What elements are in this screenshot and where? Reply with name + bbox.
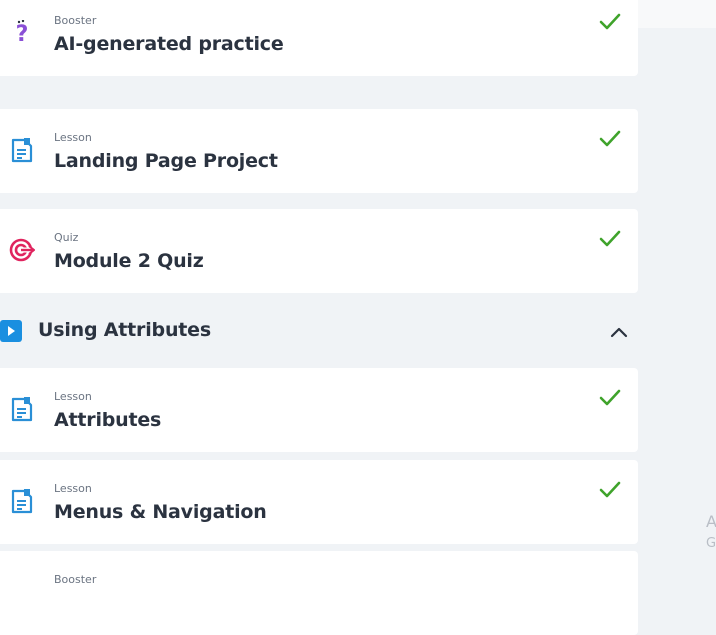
item-type-label: Lesson: [54, 482, 92, 495]
check-icon: [598, 227, 622, 251]
video-play-icon: [0, 320, 22, 342]
check-icon: [598, 478, 622, 502]
item-type-label: Booster: [54, 14, 97, 27]
lesson-document-icon: [9, 137, 35, 163]
item-title: AI-generated practice: [54, 33, 284, 55]
item-type-label: Quiz: [54, 231, 79, 244]
item-title: Module 2 Quiz: [54, 250, 204, 272]
item-title: Menus & Navigation: [54, 501, 267, 523]
item-type-label: Lesson: [54, 131, 92, 144]
list-item-lesson[interactable]: Lesson Attributes: [0, 368, 638, 452]
list-item-booster[interactable]: Booster AI-generated practice ?: [0, 0, 638, 76]
check-icon: [598, 10, 622, 34]
item-title: Attributes: [54, 409, 162, 431]
section-title: Using Attributes: [38, 319, 211, 341]
question-mark-icon: ?: [9, 19, 35, 47]
side-text: A: [706, 512, 716, 531]
item-type-label: Booster: [54, 573, 97, 586]
section-header-using-attributes[interactable]: Using Attributes: [0, 308, 638, 352]
item-type-label: Lesson: [54, 390, 92, 403]
side-text: G: [706, 536, 716, 551]
lesson-document-icon: [9, 488, 35, 514]
lesson-document-icon: [9, 396, 35, 422]
list-item-lesson[interactable]: Lesson Menus & Navigation: [0, 460, 638, 544]
list-item-booster[interactable]: Booster: [0, 551, 638, 635]
check-icon: [598, 386, 622, 410]
list-item-quiz[interactable]: Quiz Module 2 Quiz: [0, 209, 638, 293]
svg-text:?: ?: [16, 22, 29, 46]
quiz-target-icon: [9, 237, 36, 263]
list-item-lesson[interactable]: Lesson Landing Page Project: [0, 109, 638, 193]
item-title: Landing Page Project: [54, 150, 278, 172]
check-icon: [598, 127, 622, 151]
chevron-up-icon[interactable]: [608, 324, 630, 340]
